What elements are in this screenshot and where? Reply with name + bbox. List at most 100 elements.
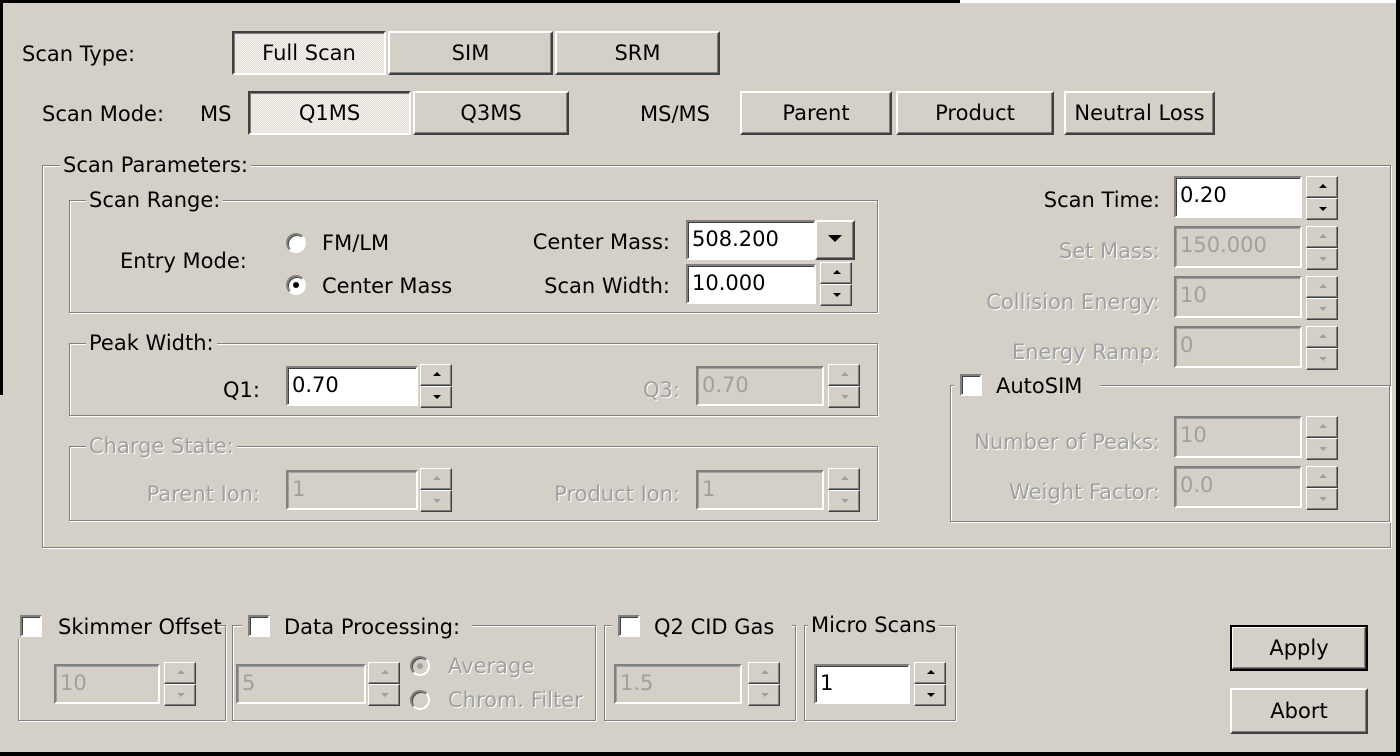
- q1-field[interactable]: 0.70: [286, 366, 418, 406]
- center-mass-field[interactable]: 508.200: [686, 220, 816, 260]
- chrom-filter-label: Chrom. Filter: [448, 688, 583, 712]
- product-ion-label: Product Ion:: [554, 482, 680, 506]
- parent-ion-field: 1: [286, 470, 418, 510]
- apply-button[interactable]: Apply: [1230, 625, 1368, 671]
- fm-lm-radio[interactable]: [286, 233, 306, 253]
- product-ion-spinner: [828, 468, 860, 512]
- q2-cid-gas-field: 1.5: [614, 664, 742, 704]
- q3-up-arrow-icon: [828, 364, 860, 386]
- data-processing-field: 5: [236, 664, 366, 704]
- collision-energy-field: 10: [1174, 276, 1302, 318]
- number-of-peaks-spinner: [1306, 416, 1338, 460]
- q2-cid-gas-label: Q2 CID Gas: [654, 615, 775, 639]
- q2-cid-gas-spinner: [748, 662, 780, 706]
- number-of-peaks-up-arrow-icon: [1306, 416, 1338, 438]
- weight-factor-field: 0.0: [1174, 466, 1302, 508]
- fm-lm-label: FM/LM: [322, 231, 390, 255]
- micro-scans-down-arrow-icon[interactable]: [914, 684, 946, 706]
- q2-cid-gas-up-arrow-icon: [748, 662, 780, 684]
- collision-energy-up-arrow-icon: [1306, 276, 1338, 298]
- window-bottom-edge: [0, 752, 1400, 756]
- scan-time-label: Scan Time:: [1043, 188, 1160, 212]
- msms-label: MS/MS: [640, 102, 710, 126]
- product-ion-down-arrow-icon: [828, 490, 860, 512]
- scan-width-down-arrow-icon[interactable]: [820, 284, 852, 306]
- peak-width-title: Peak Width:: [86, 331, 217, 355]
- q2-cid-gas-checkbox[interactable]: [618, 615, 640, 637]
- scan-time-field[interactable]: 0.20: [1174, 176, 1302, 218]
- charge-state-title: Charge State:: [86, 434, 237, 458]
- average-radio: [410, 656, 430, 676]
- weight-factor-down-arrow-icon: [1306, 488, 1338, 510]
- product-button[interactable]: Product: [896, 91, 1054, 135]
- srm-button[interactable]: SRM: [555, 31, 720, 75]
- center-mass-option-label: Center Mass: [322, 274, 453, 298]
- scan-time-up-arrow-icon[interactable]: [1306, 176, 1338, 198]
- set-mass-field: 150.000: [1174, 226, 1302, 268]
- center-mass-dropdown-button[interactable]: [815, 220, 855, 260]
- data-processing-spinner: [368, 662, 400, 706]
- full-scan-button[interactable]: Full Scan: [232, 31, 386, 75]
- data-processing-label: Data Processing:: [284, 615, 461, 639]
- weight-factor-label: Weight Factor:: [1009, 480, 1160, 504]
- skimmer-offset-spinner: [164, 662, 196, 706]
- q3ms-button[interactable]: Q3MS: [413, 91, 569, 135]
- average-label: Average: [448, 654, 535, 678]
- neutral-loss-button[interactable]: Neutral Loss: [1064, 91, 1215, 135]
- q3-field: 0.70: [696, 366, 824, 406]
- skimmer-offset-checkbox[interactable]: [20, 615, 42, 637]
- micro-scans-field[interactable]: 1: [814, 664, 910, 704]
- energy-ramp-field: 0: [1174, 326, 1302, 368]
- autosim-checkbox[interactable]: [960, 374, 982, 396]
- parent-button[interactable]: Parent: [740, 91, 892, 135]
- skimmer-offset-down-arrow-icon: [164, 684, 196, 706]
- q2-cid-gas-down-arrow-icon: [748, 684, 780, 706]
- entry-mode-label: Entry Mode:: [120, 249, 247, 273]
- chrom-filter-radio: [410, 690, 430, 710]
- q1-up-arrow-icon[interactable]: [420, 364, 452, 386]
- scan-width-field[interactable]: 10.000: [686, 264, 816, 304]
- q1ms-button[interactable]: Q1MS: [248, 91, 411, 135]
- scan-time-spinner[interactable]: [1306, 176, 1338, 220]
- set-mass-up-arrow-icon: [1306, 226, 1338, 248]
- abort-button[interactable]: Abort: [1230, 688, 1368, 734]
- scan-parameters-title: Scan Parameters:: [60, 153, 252, 177]
- product-ion-field: 1: [696, 470, 824, 510]
- ms-label: MS: [200, 102, 232, 126]
- parent-ion-up-arrow-icon: [420, 468, 452, 490]
- weight-factor-spinner: [1306, 466, 1338, 510]
- scan-type-label: Scan Type:: [22, 42, 136, 66]
- scan-width-up-arrow-icon[interactable]: [820, 262, 852, 284]
- window-right-edge: [1396, 0, 1400, 756]
- q1-down-arrow-icon[interactable]: [420, 386, 452, 408]
- set-mass-label: Set Mass:: [1058, 239, 1160, 263]
- micro-scans-label: Micro Scans: [808, 613, 940, 637]
- skimmer-offset-label: Skimmer Offset: [58, 615, 222, 639]
- parent-ion-spinner: [420, 468, 452, 512]
- scan-range-title: Scan Range:: [86, 188, 224, 212]
- q1-spinner[interactable]: [420, 364, 452, 408]
- data-processing-down-arrow-icon: [368, 684, 400, 706]
- scan-mode-label: Scan Mode:: [42, 102, 165, 126]
- micro-scans-up-arrow-icon[interactable]: [914, 662, 946, 684]
- number-of-peaks-label: Number of Peaks:: [974, 430, 1160, 454]
- data-processing-checkbox[interactable]: [248, 615, 270, 637]
- set-mass-down-arrow-icon: [1306, 248, 1338, 270]
- skimmer-offset-up-arrow-icon: [164, 662, 196, 684]
- number-of-peaks-field: 10: [1174, 416, 1302, 458]
- micro-scans-spinner[interactable]: [914, 662, 946, 706]
- window-left-edge: [0, 0, 3, 395]
- scan-time-down-arrow-icon[interactable]: [1306, 198, 1338, 220]
- center-mass-radio[interactable]: [286, 275, 306, 295]
- sim-button[interactable]: SIM: [388, 31, 553, 75]
- window-top-edge: [0, 0, 960, 3]
- energy-ramp-label: Energy Ramp:: [1011, 340, 1160, 364]
- set-mass-spinner: [1306, 226, 1338, 270]
- scan-width-spinner[interactable]: [820, 262, 852, 306]
- skimmer-offset-field: 10: [54, 664, 160, 704]
- parent-ion-down-arrow-icon: [420, 490, 452, 512]
- collision-energy-down-arrow-icon: [1306, 298, 1338, 320]
- collision-energy-label: Collision Energy:: [986, 290, 1160, 314]
- parent-ion-label: Parent Ion:: [146, 482, 260, 506]
- autosim-label: AutoSIM: [996, 374, 1083, 398]
